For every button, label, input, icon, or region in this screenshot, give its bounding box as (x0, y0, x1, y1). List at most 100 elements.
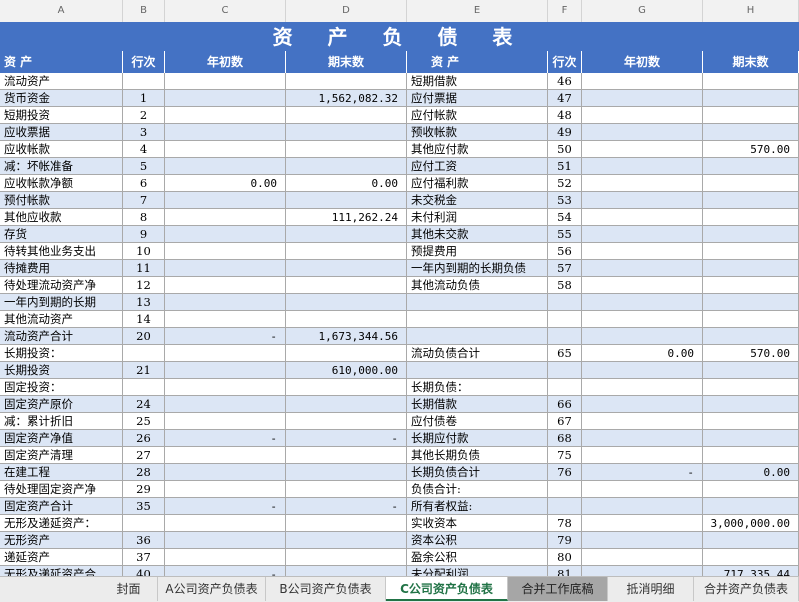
cell-b[interactable]: 29 (123, 481, 165, 498)
cell-b[interactable]: 7 (123, 192, 165, 209)
cell-b[interactable]: 8 (123, 209, 165, 226)
cell-e[interactable]: 所有者权益: (407, 498, 548, 515)
column-header-h[interactable]: H (703, 0, 799, 22)
cell-h[interactable] (703, 396, 799, 413)
cell-h[interactable] (703, 379, 799, 396)
cell-h[interactable] (703, 260, 799, 277)
cell-h[interactable] (703, 294, 799, 311)
cell-c[interactable] (165, 192, 286, 209)
cell-a[interactable]: 固定资产净值 (0, 430, 123, 447)
cell-f[interactable]: 58 (548, 277, 582, 294)
cell-c[interactable] (165, 464, 286, 481)
cell-d[interactable] (286, 447, 407, 464)
cell-c[interactable]: - (165, 498, 286, 515)
cell-e[interactable]: 长期应付款 (407, 430, 548, 447)
cell-a[interactable]: 短期投资 (0, 107, 123, 124)
cell-d[interactable]: 1,562,082.32 (286, 90, 407, 107)
cell-f[interactable]: 80 (548, 549, 582, 566)
cell-d[interactable] (286, 549, 407, 566)
cell-d[interactable] (286, 226, 407, 243)
cell-d[interactable]: - (286, 498, 407, 515)
cell-f[interactable] (548, 362, 582, 379)
cell-g[interactable] (582, 226, 703, 243)
column-header-f[interactable]: F (548, 0, 582, 22)
cell-b[interactable]: 9 (123, 226, 165, 243)
cell-g[interactable] (582, 311, 703, 328)
cell-g[interactable] (582, 430, 703, 447)
cell-g[interactable] (582, 90, 703, 107)
cell-f[interactable] (548, 294, 582, 311)
cell-f[interactable]: 56 (548, 243, 582, 260)
cell-h[interactable]: 570.00 (703, 141, 799, 158)
cell-d[interactable] (286, 515, 407, 532)
cell-e[interactable]: 其他流动负债 (407, 277, 548, 294)
cell-e[interactable]: 实收资本 (407, 515, 548, 532)
cell-f[interactable]: 67 (548, 413, 582, 430)
cell-c[interactable] (165, 379, 286, 396)
cell-c[interactable]: - (165, 566, 286, 576)
cell-d[interactable] (286, 566, 407, 576)
cell-d[interactable] (286, 413, 407, 430)
cell-d[interactable] (286, 260, 407, 277)
cell-a[interactable]: 固定投资： (0, 379, 123, 396)
cell-g[interactable] (582, 515, 703, 532)
cell-b[interactable] (123, 515, 165, 532)
cell-d[interactable]: 610,000.00 (286, 362, 407, 379)
cell-b[interactable]: 35 (123, 498, 165, 515)
cell-h[interactable] (703, 481, 799, 498)
column-header-d[interactable]: D (286, 0, 407, 22)
cell-b[interactable]: 1 (123, 90, 165, 107)
sheet-tab[interactable]: B公司资产负债表 (266, 577, 386, 601)
cell-f[interactable]: 57 (548, 260, 582, 277)
cell-b[interactable]: 10 (123, 243, 165, 260)
cell-e[interactable]: 长期负债： (407, 379, 548, 396)
cell-b[interactable]: 25 (123, 413, 165, 430)
cell-c[interactable] (165, 294, 286, 311)
cell-g[interactable] (582, 549, 703, 566)
cell-d[interactable] (286, 192, 407, 209)
cell-b[interactable]: 13 (123, 294, 165, 311)
cell-d[interactable] (286, 532, 407, 549)
column-header-b[interactable]: B (123, 0, 165, 22)
cell-a[interactable]: 存货 (0, 226, 123, 243)
cell-a[interactable]: 无形资产 (0, 532, 123, 549)
cell-d[interactable] (286, 243, 407, 260)
cell-a[interactable]: 固定资产原价 (0, 396, 123, 413)
cell-h[interactable] (703, 430, 799, 447)
cell-f[interactable]: 65 (548, 345, 582, 362)
cell-e[interactable]: 未交税金 (407, 192, 548, 209)
cell-a[interactable]: 应收帐款净额 (0, 175, 123, 192)
cell-f[interactable]: 66 (548, 396, 582, 413)
cell-d[interactable] (286, 277, 407, 294)
cell-d[interactable]: - (286, 430, 407, 447)
cell-h[interactable] (703, 362, 799, 379)
cell-f[interactable] (548, 498, 582, 515)
cell-a[interactable]: 长期投资： (0, 345, 123, 362)
cell-d[interactable] (286, 141, 407, 158)
header-end-2[interactable]: 期末数 (703, 51, 799, 73)
cell-c[interactable] (165, 73, 286, 90)
column-header-e[interactable]: E (407, 0, 548, 22)
cell-a[interactable]: 无形及递延资产合 (0, 566, 123, 576)
cell-b[interactable]: 26 (123, 430, 165, 447)
cell-c[interactable] (165, 243, 286, 260)
column-header-c[interactable]: C (165, 0, 286, 22)
cell-f[interactable]: 49 (548, 124, 582, 141)
sheet-tab[interactable]: 封面 (100, 577, 158, 601)
cell-f[interactable]: 81 (548, 566, 582, 576)
header-liability[interactable]: 资 产 (407, 51, 548, 73)
cell-c[interactable] (165, 260, 286, 277)
cell-a[interactable]: 待摊费用 (0, 260, 123, 277)
cell-d[interactable] (286, 464, 407, 481)
sheet-tab[interactable]: A公司资产负债表 (158, 577, 266, 601)
cell-b[interactable]: 40 (123, 566, 165, 576)
cell-e[interactable]: 应付福利款 (407, 175, 548, 192)
cell-e[interactable]: 盈余公积 (407, 549, 548, 566)
cell-f[interactable]: 78 (548, 515, 582, 532)
cell-e[interactable]: 长期负债合计 (407, 464, 548, 481)
cell-a[interactable]: 长期投资 (0, 362, 123, 379)
cell-c[interactable] (165, 396, 286, 413)
cell-a[interactable]: 待转其他业务支出 (0, 243, 123, 260)
cell-b[interactable]: 37 (123, 549, 165, 566)
cell-d[interactable] (286, 158, 407, 175)
